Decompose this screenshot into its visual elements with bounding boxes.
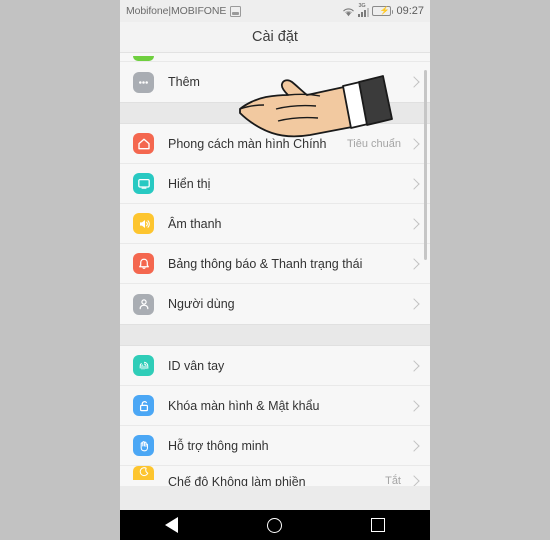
sidebar-item-do-not-disturb[interactable]: Chế độ Không làm phiền Tắt (120, 466, 430, 486)
person-icon (133, 293, 154, 315)
list-item-label: Bảng thông báo & Thanh trạng thái (168, 256, 363, 271)
settings-group-3: ID vân tay Khóa màn hình & Mật khẩu Hỗ t… (120, 346, 430, 486)
battery-charging-icon: ⚡ (372, 6, 394, 16)
sidebar-item-notifications[interactable]: Bảng thông báo & Thanh trạng thái (120, 244, 430, 284)
clock-label: 09:27 (396, 5, 424, 17)
more-dots-icon (133, 71, 154, 93)
chevron-right-icon (408, 475, 420, 486)
signal-bars (358, 8, 370, 17)
chevron-right-icon (408, 298, 420, 310)
display-icon (133, 173, 154, 194)
chevron-right-icon (408, 137, 420, 150)
sidebar-item-sound[interactable]: Âm thanh (120, 204, 430, 244)
settings-group-2: Phong cách màn hình Chính Tiêu chuẩn Hiể… (120, 124, 430, 324)
chevron-right-icon (408, 217, 420, 230)
sidebar-item-home-style[interactable]: Phong cách màn hình Chính Tiêu chuẩn (120, 124, 430, 164)
chevron-right-icon (408, 439, 420, 452)
title-bar: Cài đặt (120, 22, 430, 53)
list-item-value: Tắt (385, 475, 401, 486)
sidebar-item-fingerprint[interactable]: ID vân tay (120, 346, 430, 386)
sidebar-item-smart-assistance[interactable]: Hỗ trợ thông minh (120, 426, 430, 466)
android-nav-bar[interactable] (120, 510, 430, 540)
chevron-right-icon (408, 76, 420, 88)
chevron-right-icon (408, 257, 420, 270)
list-item-value: Tiêu chuẩn (346, 137, 401, 150)
recents-icon[interactable] (371, 518, 386, 532)
list-item-label: Âm thanh (168, 216, 222, 231)
list-item-label: Hiển thị (168, 176, 211, 191)
list-item-label: Phong cách màn hình Chính (168, 136, 327, 151)
scrollbar-thumb[interactable] (424, 70, 427, 260)
sidebar-item-more[interactable]: Thêm (120, 62, 430, 102)
list-item-label: Chế độ Không làm phiền (168, 475, 306, 486)
settings-list[interactable]: Thêm Phong cách màn hình Chính Tiêu chuẩ… (120, 53, 430, 511)
screenshot-icon (230, 5, 242, 17)
sidebar-item-display[interactable]: Hiển thị (120, 164, 430, 204)
fingerprint-icon (133, 355, 154, 376)
list-item-label: ID vân tay (168, 358, 225, 373)
status-icons: 3G ⚡ 09:27 (342, 3, 424, 17)
chevron-right-icon (408, 177, 420, 190)
home-icon (133, 133, 154, 154)
hand-assist-icon (133, 435, 154, 456)
chevron-right-icon (408, 399, 420, 412)
list-item-label: Thêm (168, 75, 200, 89)
wifi-icon (343, 7, 355, 16)
chevron-right-icon (408, 359, 420, 372)
signal-indicator: 3G (358, 3, 370, 17)
list-item-label: Người dùng (168, 297, 235, 311)
network-type-label: 3G (358, 3, 366, 9)
moon-icon (133, 466, 154, 480)
sidebar-item-lockscreen[interactable]: Khóa màn hình & Mật khẩu (120, 386, 430, 426)
settings-group-1: Thêm (120, 53, 430, 102)
phone-screen: Mobifone|MOBIFONE 3G ⚡ 09:27 Cài đặt Thê… (120, 0, 430, 540)
list-item-label: Hỗ trợ thông minh (168, 438, 269, 453)
sidebar-item-users[interactable]: Người dùng (120, 284, 430, 324)
group-separator (120, 102, 430, 124)
bell-icon (133, 253, 154, 274)
carrier-label: Mobifone|MOBIFONE (126, 5, 227, 17)
list-item-label: Khóa màn hình & Mật khẩu (168, 398, 320, 413)
back-icon[interactable] (164, 517, 178, 533)
lock-icon (133, 395, 154, 416)
green-app-icon (133, 56, 154, 61)
list-item[interactable] (120, 53, 430, 62)
status-bar: Mobifone|MOBIFONE 3G ⚡ 09:27 (120, 0, 430, 22)
speaker-icon (133, 213, 154, 234)
group-separator (120, 324, 430, 346)
home-icon[interactable] (266, 517, 282, 533)
page-title: Cài đặt (252, 29, 298, 45)
